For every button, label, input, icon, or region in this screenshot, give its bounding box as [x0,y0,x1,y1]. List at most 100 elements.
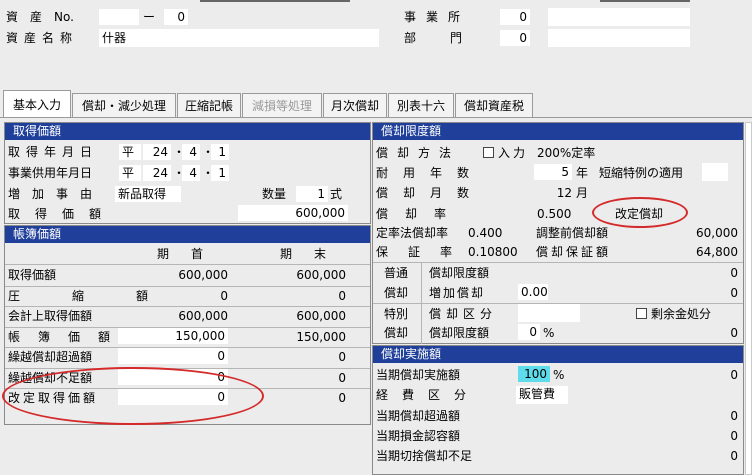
tab-asset-tax[interactable]: 償却資産税 [455,93,533,117]
tab-compression-entry[interactable]: 圧縮記帳 [177,93,241,117]
acquisition-date-label: 取得年月日 [8,145,99,159]
books-header-divider [5,264,370,265]
department-code-input[interactable]: 0 [500,30,530,46]
shortening-special-label: 短縮特例の適用 [599,166,684,180]
useful-life-input[interactable]: 5 [534,164,572,180]
in-service-year-input[interactable]: 24 [143,165,171,181]
declining-rate-label: 定率法償却率 [376,226,449,240]
book-row-end-value: 0 [338,370,346,385]
current-depreciation-percent-sign: % [553,368,565,382]
depreciation-execution-panel-title: 償却実施額 [373,346,743,363]
book-row-label: 繰越償却超過額 [8,350,93,364]
tab-basic-input[interactable]: 基本入力 [3,90,71,118]
shortening-special-input[interactable] [702,163,728,181]
declining-rate-value: 0.400 [468,226,503,240]
special-limit-percent-input[interactable]: 0 [518,324,540,340]
quantity-input[interactable]: 1 [296,186,328,202]
book-row-begin-value: 600,000 [178,309,228,323]
department-name-input[interactable] [548,29,690,47]
in-service-date-label: 事業供用年月日 [8,166,93,180]
depreciation-rate-value: 0.500 [537,207,572,221]
surplus-disposal-label: 剰余金処分 [651,307,712,321]
in-service-era-input[interactable]: 平 [119,165,141,181]
normal-limit-label: 償却限度額 [429,266,490,280]
additional-depreciation-amount: 0 [730,286,738,300]
tab-depreciation-reduction[interactable]: 償却・減少処理 [72,93,176,117]
asset-no-input[interactable]: 0 [164,9,188,25]
depreciation-class-label: 償却区分 [429,307,498,321]
additional-depreciation-label: 増加償却 [429,286,486,300]
acquisition-year-input[interactable]: 24 [143,144,171,160]
acquisition-panel-title: 取得価額 [5,123,370,140]
acquisition-day-input[interactable]: 1 [211,144,229,160]
normal-depreciation-label-1: 普通 [384,266,409,280]
highlight-oval-revised-depreciation [592,197,688,228]
truncated-shortfall-label: 当期切捨償却不足 [376,449,473,463]
tab-schedule-16[interactable]: 別表十六 [388,93,454,117]
special-limit-percent-sign: % [543,326,555,340]
vertical-scrollbar[interactable] [745,122,752,475]
acquisition-price-label: 取得価額 [8,207,117,221]
asset-no-dash: ー [143,10,156,24]
guarantee-amount-label: 償却保証額 [536,245,612,259]
surplus-disposal-checkbox[interactable] [636,308,647,319]
asset-name-input[interactable]: 什器 [99,29,379,47]
guarantee-rate-value: 0.10800 [468,245,518,259]
top-strip-right [600,0,690,2]
acquisition-era-input[interactable]: 平 [119,144,141,160]
pre-adjustment-value: 60,000 [696,226,738,240]
tab-monthly-depreciation[interactable]: 月次償却 [323,93,387,117]
book-row-end-value: 150,000 [296,329,346,344]
highlight-oval-revised-acquisition [2,367,264,425]
book-row-begin-value[interactable]: 0 [118,348,228,364]
excess-depreciation-value: 0 [730,409,738,423]
depreciation-months-label: 償却月数 [376,186,485,200]
office-code-input[interactable]: 0 [500,9,530,25]
expense-class-input[interactable]: 販管費 [516,386,568,404]
acquisition-month-input[interactable]: 4 [182,144,200,160]
special-depreciation-label-2: 償却 [384,326,409,340]
book-row-begin-value: 600,000 [178,268,228,282]
current-depreciation-percent-input[interactable]: 100 [518,366,550,382]
normal-limit-value: 0 [730,266,738,280]
guarantee-amount-value: 64,800 [696,245,738,259]
current-depreciation-label: 当期償却実施額 [376,368,461,382]
book-row-label: 取得価額 [8,268,57,282]
asset-no-prefix-input[interactable] [99,9,139,25]
increase-reason-label: 増加事由 [8,187,105,201]
book-row-end-value: 600,000 [296,268,346,282]
expense-class-label: 経費区分 [376,388,481,402]
book-row-divider [5,285,370,287]
input-checkbox[interactable] [483,147,494,158]
method-value: 200%定率 [537,146,596,160]
guarantee-rate-label: 保証率 [376,245,473,259]
increase-reason-input[interactable]: 新品取得 [115,186,181,202]
in-service-month-input[interactable]: 4 [182,165,200,181]
special-limit-value: 0 [730,326,738,340]
asset-name-label: 資産名称 [6,31,79,45]
truncated-shortfall-value: 0 [730,449,738,463]
method-label: 償却方法 [376,146,461,160]
special-limit-label: 償却限度額 [429,326,490,340]
additional-depreciation-input[interactable]: 0.00 [518,284,548,300]
book-row-divider [5,347,370,348]
office-name-input[interactable] [548,8,690,26]
limit-divider-1 [373,262,743,263]
acquisition-price-input[interactable]: 600,000 [238,205,348,221]
book-value-panel-title: 帳簿価額 [5,226,370,243]
book-row-begin-value[interactable]: 150,000 [118,327,228,344]
book-row-begin-value: 0 [220,288,228,303]
useful-life-label: 耐用年数 [376,166,485,180]
department-label: 部門 [404,31,497,45]
book-row-end-value: 0 [338,288,346,303]
in-service-day-input[interactable]: 1 [211,165,229,181]
allowed-loss-label: 当期損金認容額 [376,429,461,443]
depreciation-class-input[interactable] [518,304,580,322]
quantity-label: 数量 [262,187,287,201]
normal-depreciation-label-2: 償却 [384,286,409,300]
depreciation-months-unit: 月 [576,186,589,200]
depreciation-limit-panel-title: 償却限度額 [373,123,743,140]
pre-adjustment-label: 調整前償却額 [536,226,609,240]
allowed-loss-value: 0 [730,429,738,443]
book-row-end-value: 600,000 [296,309,346,323]
